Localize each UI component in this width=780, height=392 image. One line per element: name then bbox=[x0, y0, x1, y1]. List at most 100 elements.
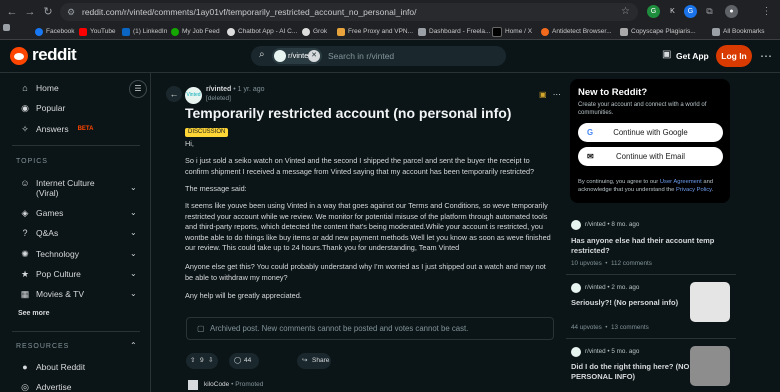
user-agreement-link[interactable]: User Agreement bbox=[660, 179, 702, 185]
subreddit-link[interactable]: r/vinted bbox=[206, 86, 231, 93]
reddit-logo-icon[interactable] bbox=[10, 47, 28, 65]
chevron-down-icon[interactable]: ⌄ bbox=[130, 269, 137, 278]
more-options-icon[interactable]: ⋯ bbox=[760, 49, 772, 63]
related-divider bbox=[566, 274, 736, 275]
sidebar-item-internet-culture[interactable]: ☺ Internet Culture (Viral) bbox=[20, 178, 94, 198]
sidebar-item-popular[interactable]: ◉ Popular bbox=[20, 103, 65, 113]
all-bookmarks[interactable]: All Bookmarks bbox=[712, 24, 765, 39]
post-author: [deleted] bbox=[206, 95, 231, 102]
sidebar-item-technology[interactable]: ✺ Technology bbox=[20, 249, 79, 259]
home-icon: ⌂ bbox=[22, 83, 28, 93]
post-paragraph: It seems like youve been using Vinted in… bbox=[185, 201, 551, 252]
chevron-down-icon[interactable]: ⌄ bbox=[130, 208, 137, 217]
sidebar-item-pop-culture[interactable]: ★ Pop Culture bbox=[20, 269, 81, 279]
related-meta: r/vinted • 8 mo. ago bbox=[585, 221, 640, 228]
sidebar-item-home[interactable]: ⌂ Home bbox=[20, 83, 58, 93]
subreddit-avatar[interactable]: Vinted bbox=[185, 87, 202, 104]
post-paragraph: Any help will be greatly appreciated. bbox=[185, 291, 302, 300]
address-bar[interactable]: ⚙ reddit.com/r/vinted/comments/1ay01vf/t… bbox=[60, 3, 638, 21]
upvote-icon[interactable]: ⇧ bbox=[190, 353, 195, 369]
chevron-down-icon[interactable]: ⌄ bbox=[130, 289, 137, 298]
post-paragraph: So i just sold a seiko watch on Vinted a… bbox=[185, 156, 535, 176]
profile-avatar[interactable]: ● bbox=[725, 5, 738, 18]
vote-button[interactable]: ⇧ 9 ⇩ bbox=[186, 353, 218, 369]
qr-code-icon[interactable]: ▣ bbox=[662, 49, 674, 61]
downvote-icon[interactable]: ⇩ bbox=[208, 353, 213, 369]
sidebar-item-qas[interactable]: ? Q&As bbox=[20, 228, 58, 238]
bookmark-chatbot[interactable]: Chatbot App - AI C... bbox=[227, 24, 297, 39]
post-age: 1 yr. ago bbox=[237, 86, 265, 93]
related-sub-avatar[interactable] bbox=[571, 220, 581, 230]
comments-button[interactable]: ◯ 44 bbox=[229, 353, 259, 369]
chip-close-icon[interactable]: ✕ bbox=[308, 50, 320, 62]
extensions-puzzle-icon[interactable]: ⧉ bbox=[703, 5, 716, 18]
post-paragraph: Hi, bbox=[185, 139, 194, 148]
back-arrow-icon[interactable]: ← bbox=[4, 4, 20, 20]
signup-card-description: Create your account and connect with a w… bbox=[578, 102, 707, 116]
reddit-wordmark[interactable]: reddit bbox=[32, 45, 77, 65]
bookmark-proxy[interactable]: Free Proxy and VPN... bbox=[337, 24, 413, 39]
extension-g2-icon[interactable]: G bbox=[684, 5, 697, 18]
internet-culture-icon: ☺ bbox=[20, 178, 30, 188]
bookmark-antidetect[interactable]: Antidetect Browser... bbox=[541, 24, 612, 39]
related-sub-avatar[interactable] bbox=[571, 347, 581, 357]
related-post-title[interactable]: Did I do the right thing here? (NO PERSO… bbox=[571, 362, 691, 382]
back-icon[interactable]: ← bbox=[166, 86, 182, 102]
chevron-up-icon[interactable]: ⌃ bbox=[130, 341, 137, 350]
search-placeholder: Search in r/vinted bbox=[328, 51, 395, 61]
collapse-sidebar-icon[interactable]: ☰ bbox=[129, 80, 147, 98]
subreddit-search-chip[interactable]: r/vinted ✕ bbox=[272, 48, 322, 64]
extension-k-icon[interactable]: K bbox=[666, 5, 679, 18]
forward-arrow-icon[interactable]: → bbox=[22, 4, 38, 20]
bookmark-facebook[interactable]: Facebook bbox=[35, 24, 75, 39]
continue-with-google-button[interactable]: G Continue with Google bbox=[578, 123, 723, 142]
sidebar-item-answers[interactable]: ✧ Answers BETA bbox=[20, 124, 93, 134]
beta-badge: BETA bbox=[77, 126, 94, 132]
chevron-down-icon[interactable]: ⌄ bbox=[130, 183, 137, 192]
related-post-title[interactable]: Has anyone else had their account temp r… bbox=[571, 236, 726, 256]
sidebar-item-movies-tv[interactable]: ▦ Movies & TV bbox=[20, 289, 84, 299]
bookmark-star-icon[interactable]: ☆ bbox=[621, 3, 630, 21]
continue-with-email-button[interactable]: ✉ Continue with Email bbox=[578, 147, 723, 166]
technology-icon: ✺ bbox=[21, 249, 29, 259]
share-button[interactable]: ↪ Share bbox=[297, 353, 331, 369]
archive-box-icon: ▢ bbox=[197, 324, 205, 333]
search-icon: ⌕ bbox=[259, 49, 265, 60]
login-button[interactable]: Log In bbox=[716, 45, 752, 67]
related-post-title[interactable]: Seriously?! (No personal info) bbox=[571, 298, 691, 308]
chevron-down-icon[interactable]: ⌄ bbox=[130, 228, 137, 237]
post-overflow-icon[interactable]: ⋯ bbox=[553, 90, 561, 99]
chevron-down-icon[interactable]: ⌄ bbox=[130, 249, 137, 258]
reload-icon[interactable]: ↻ bbox=[40, 4, 56, 20]
bookmark-youtube[interactable]: YouTube bbox=[79, 24, 116, 39]
promo-avatar[interactable] bbox=[188, 380, 198, 390]
promoted-post[interactable]: kiloCode • Promoted bbox=[204, 381, 263, 388]
archived-notice: ▢ Archived post. New comments cannot be … bbox=[186, 317, 554, 340]
bookmark-linkedin[interactable]: (1) LinkedIn bbox=[122, 24, 167, 39]
related-thumbnail[interactable] bbox=[690, 282, 730, 322]
get-app-button[interactable]: Get App bbox=[676, 46, 709, 66]
post-flair[interactable]: DISCUSSION bbox=[185, 128, 229, 137]
signup-legal: By continuing, you agree to our User Agr… bbox=[578, 179, 714, 193]
related-stats: 10 upvotes • 112 comments bbox=[571, 260, 652, 267]
resources-heading: RESOURCES bbox=[16, 343, 70, 350]
browser-menu-icon[interactable]: ⋮ bbox=[760, 5, 773, 18]
sidebar-item-games[interactable]: ◈ Games bbox=[20, 208, 64, 218]
apps-grid-icon[interactable] bbox=[3, 24, 10, 31]
related-thumbnail[interactable] bbox=[690, 346, 730, 386]
extension-g-icon[interactable]: G bbox=[647, 5, 660, 18]
sidebar-item-about-reddit[interactable]: ● About Reddit bbox=[20, 362, 85, 372]
vinted-avatar bbox=[274, 50, 286, 62]
related-sub-avatar[interactable] bbox=[571, 283, 581, 293]
bookmark-grok[interactable]: Grok bbox=[302, 24, 327, 39]
bookmark-copyscape[interactable]: Copyscape Plagiaris... bbox=[620, 24, 696, 39]
bookmark-dashboard[interactable]: Dashboard - Freela... bbox=[418, 24, 490, 39]
sidebar-item-advertise[interactable]: ◎ Advertise bbox=[20, 382, 71, 392]
bookmark-job-feed[interactable]: My Job Feed bbox=[171, 24, 220, 39]
site-info-icon[interactable]: ⚙ bbox=[67, 3, 75, 21]
signup-card-title: New to Reddit? bbox=[578, 87, 648, 98]
bookmark-x[interactable]: Home / X bbox=[492, 24, 532, 39]
privacy-policy-link[interactable]: Privacy Policy bbox=[676, 187, 712, 193]
see-more-link[interactable]: See more bbox=[18, 310, 50, 317]
share-label: Share bbox=[312, 357, 330, 364]
